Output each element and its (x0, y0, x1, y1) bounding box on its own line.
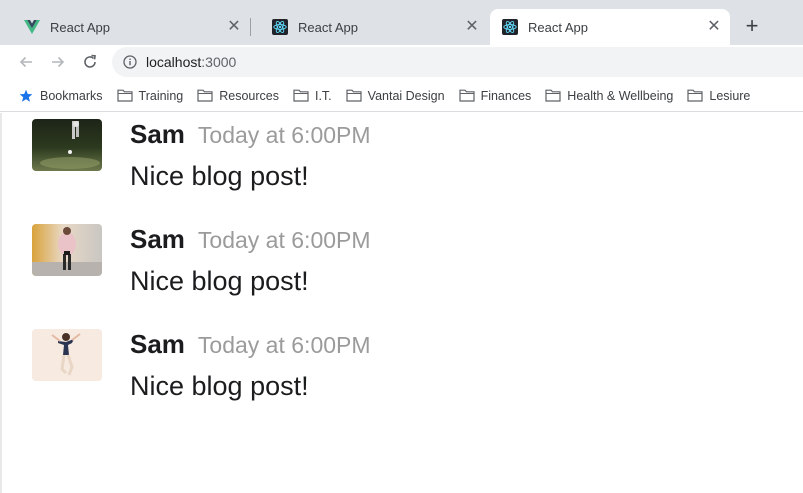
comment-text: Nice blog post! (130, 161, 309, 191)
comment-text: Nice blog post! (130, 371, 309, 401)
avatar[interactable] (32, 329, 102, 381)
close-tab-icon[interactable]: ✕ (706, 19, 722, 35)
comment-text: Nice blog post! (130, 266, 309, 296)
comment-date: Today at 6:00PM (197, 227, 371, 253)
bookmark-label: Resources (219, 88, 279, 103)
comment-author[interactable]: Sam (130, 119, 185, 150)
bookmark-folder-finances[interactable]: Finances (458, 84, 538, 108)
tab-strip: React App ✕ React App ✕ React App ✕ + (0, 0, 803, 45)
folder-icon (458, 88, 475, 104)
folder-icon (346, 88, 362, 104)
tab-title: React App (528, 19, 588, 35)
bookmarks-bar: Bookmarks Training Resources I.T. Vantai… (0, 80, 803, 112)
comment-author[interactable]: Sam (130, 224, 185, 255)
bookmark-label: Training (138, 88, 184, 103)
comment: Sam Today at 6:00PM Nice blog post! (32, 329, 772, 419)
vue-logo-icon (24, 19, 40, 35)
bookmark-label: Finances (480, 88, 532, 103)
folder-icon (197, 88, 213, 104)
bookmark-bookmarks[interactable]: Bookmarks (18, 84, 109, 108)
react-logo-icon (272, 19, 288, 35)
comment-date: Today at 6:00PM (197, 122, 371, 148)
bookmark-label: I.T. (314, 88, 332, 103)
new-tab-button[interactable]: + (740, 15, 764, 39)
bookmark-folder-lesiure[interactable]: Lesiure (687, 84, 756, 108)
bookmark-label: Lesiure (709, 88, 751, 103)
star-icon (18, 88, 34, 104)
tab-1[interactable]: React App ✕ (4, 9, 250, 45)
back-button[interactable] (15, 51, 37, 73)
bookmark-label: Vantai Design (367, 88, 445, 103)
bookmark-folder-health-wellbeing[interactable]: Health & Wellbeing (545, 84, 679, 108)
arrow-left-icon (19, 56, 32, 68)
reload-button[interactable] (79, 51, 101, 73)
tab-title: React App (50, 19, 110, 35)
reload-icon (84, 54, 96, 68)
react-logo-icon (502, 19, 518, 35)
tab-3-active[interactable]: React App ✕ (490, 9, 730, 45)
comment-meta: Sam Today at 6:00PM (130, 224, 371, 255)
folder-icon (116, 88, 133, 104)
comment-author[interactable]: Sam (130, 329, 185, 360)
arrow-right-icon (52, 56, 65, 68)
avatar[interactable] (32, 119, 102, 171)
bookmark-folder-training[interactable]: Training (116, 84, 190, 108)
comment: Sam Today at 6:00PM Nice blog post! (32, 119, 772, 209)
folder-icon (545, 88, 561, 104)
fashion-photo-avatar (32, 224, 102, 276)
dancer-photo-avatar (32, 329, 102, 381)
site-info-icon[interactable] (123, 55, 137, 69)
comment-meta: Sam Today at 6:00PM (130, 119, 371, 150)
bookmark-label: Health & Wellbeing (567, 88, 674, 103)
close-tab-icon[interactable]: ✕ (464, 19, 480, 35)
comment-meta: Sam Today at 6:00PM (130, 329, 371, 360)
address-bar[interactable]: localhost:3000 (112, 47, 803, 77)
bookmark-label: Bookmarks (40, 88, 103, 103)
browser-toolbar: localhost:3000 (0, 45, 803, 80)
url-port: :3000 (201, 54, 237, 70)
page-content: Sam Today at 6:00PM Nice blog post! Sam … (0, 113, 803, 493)
tab-2[interactable]: React App ✕ (252, 9, 488, 45)
tab-separator (250, 18, 251, 36)
folder-icon (687, 88, 703, 104)
bookmark-folder-resources[interactable]: Resources (197, 84, 285, 108)
url-host: localhost (146, 54, 202, 70)
url-text[interactable]: localhost:3000 (146, 54, 236, 70)
comment: Sam Today at 6:00PM Nice blog post! (32, 224, 772, 314)
folder-icon (293, 88, 309, 104)
close-tab-icon[interactable]: ✕ (226, 19, 242, 35)
tab-title: React App (298, 19, 358, 35)
comment-date: Today at 6:00PM (197, 332, 371, 358)
night-photo-avatar (32, 119, 102, 171)
bookmark-folder-vantai-design[interactable]: Vantai Design (346, 84, 451, 108)
forward-button[interactable] (47, 51, 69, 73)
bookmark-folder-it[interactable]: I.T. (293, 84, 338, 108)
avatar[interactable] (32, 224, 102, 276)
